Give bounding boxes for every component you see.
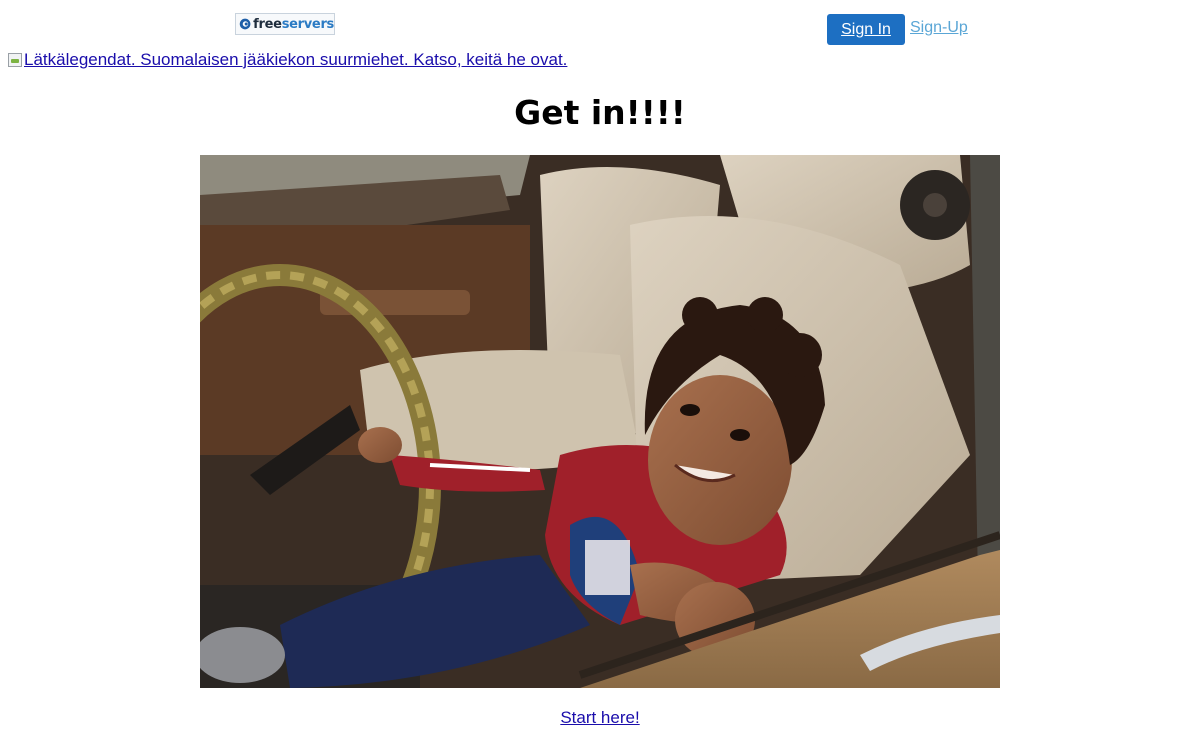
logo-text-servers: servers (281, 16, 335, 32)
page: freeservers Sign In Sign-Up Lätkälegenda… (0, 0, 1200, 740)
child-in-car-photo (200, 155, 1000, 688)
freeservers-logo[interactable]: freeservers (235, 13, 335, 35)
freeservers-logo-icon (239, 18, 251, 30)
broken-image-icon (8, 53, 22, 67)
start-link-container: Start here! (0, 708, 1200, 728)
page-title: Get in!!!! (514, 93, 686, 132)
logo-text: freeservers (253, 17, 334, 32)
photo-illustration (200, 155, 1000, 688)
sign-up-link[interactable]: Sign-Up (910, 19, 968, 37)
start-here-link[interactable]: Start here! (560, 708, 639, 727)
banner-image-link[interactable]: Lätkälegendat. Suomalaisen jääkiekon suu… (8, 50, 567, 70)
sign-in-button[interactable]: Sign In (827, 14, 905, 45)
logo-text-free: free (253, 16, 282, 32)
banner-alt-text: Lätkälegendat. Suomalaisen jääkiekon suu… (24, 50, 568, 69)
